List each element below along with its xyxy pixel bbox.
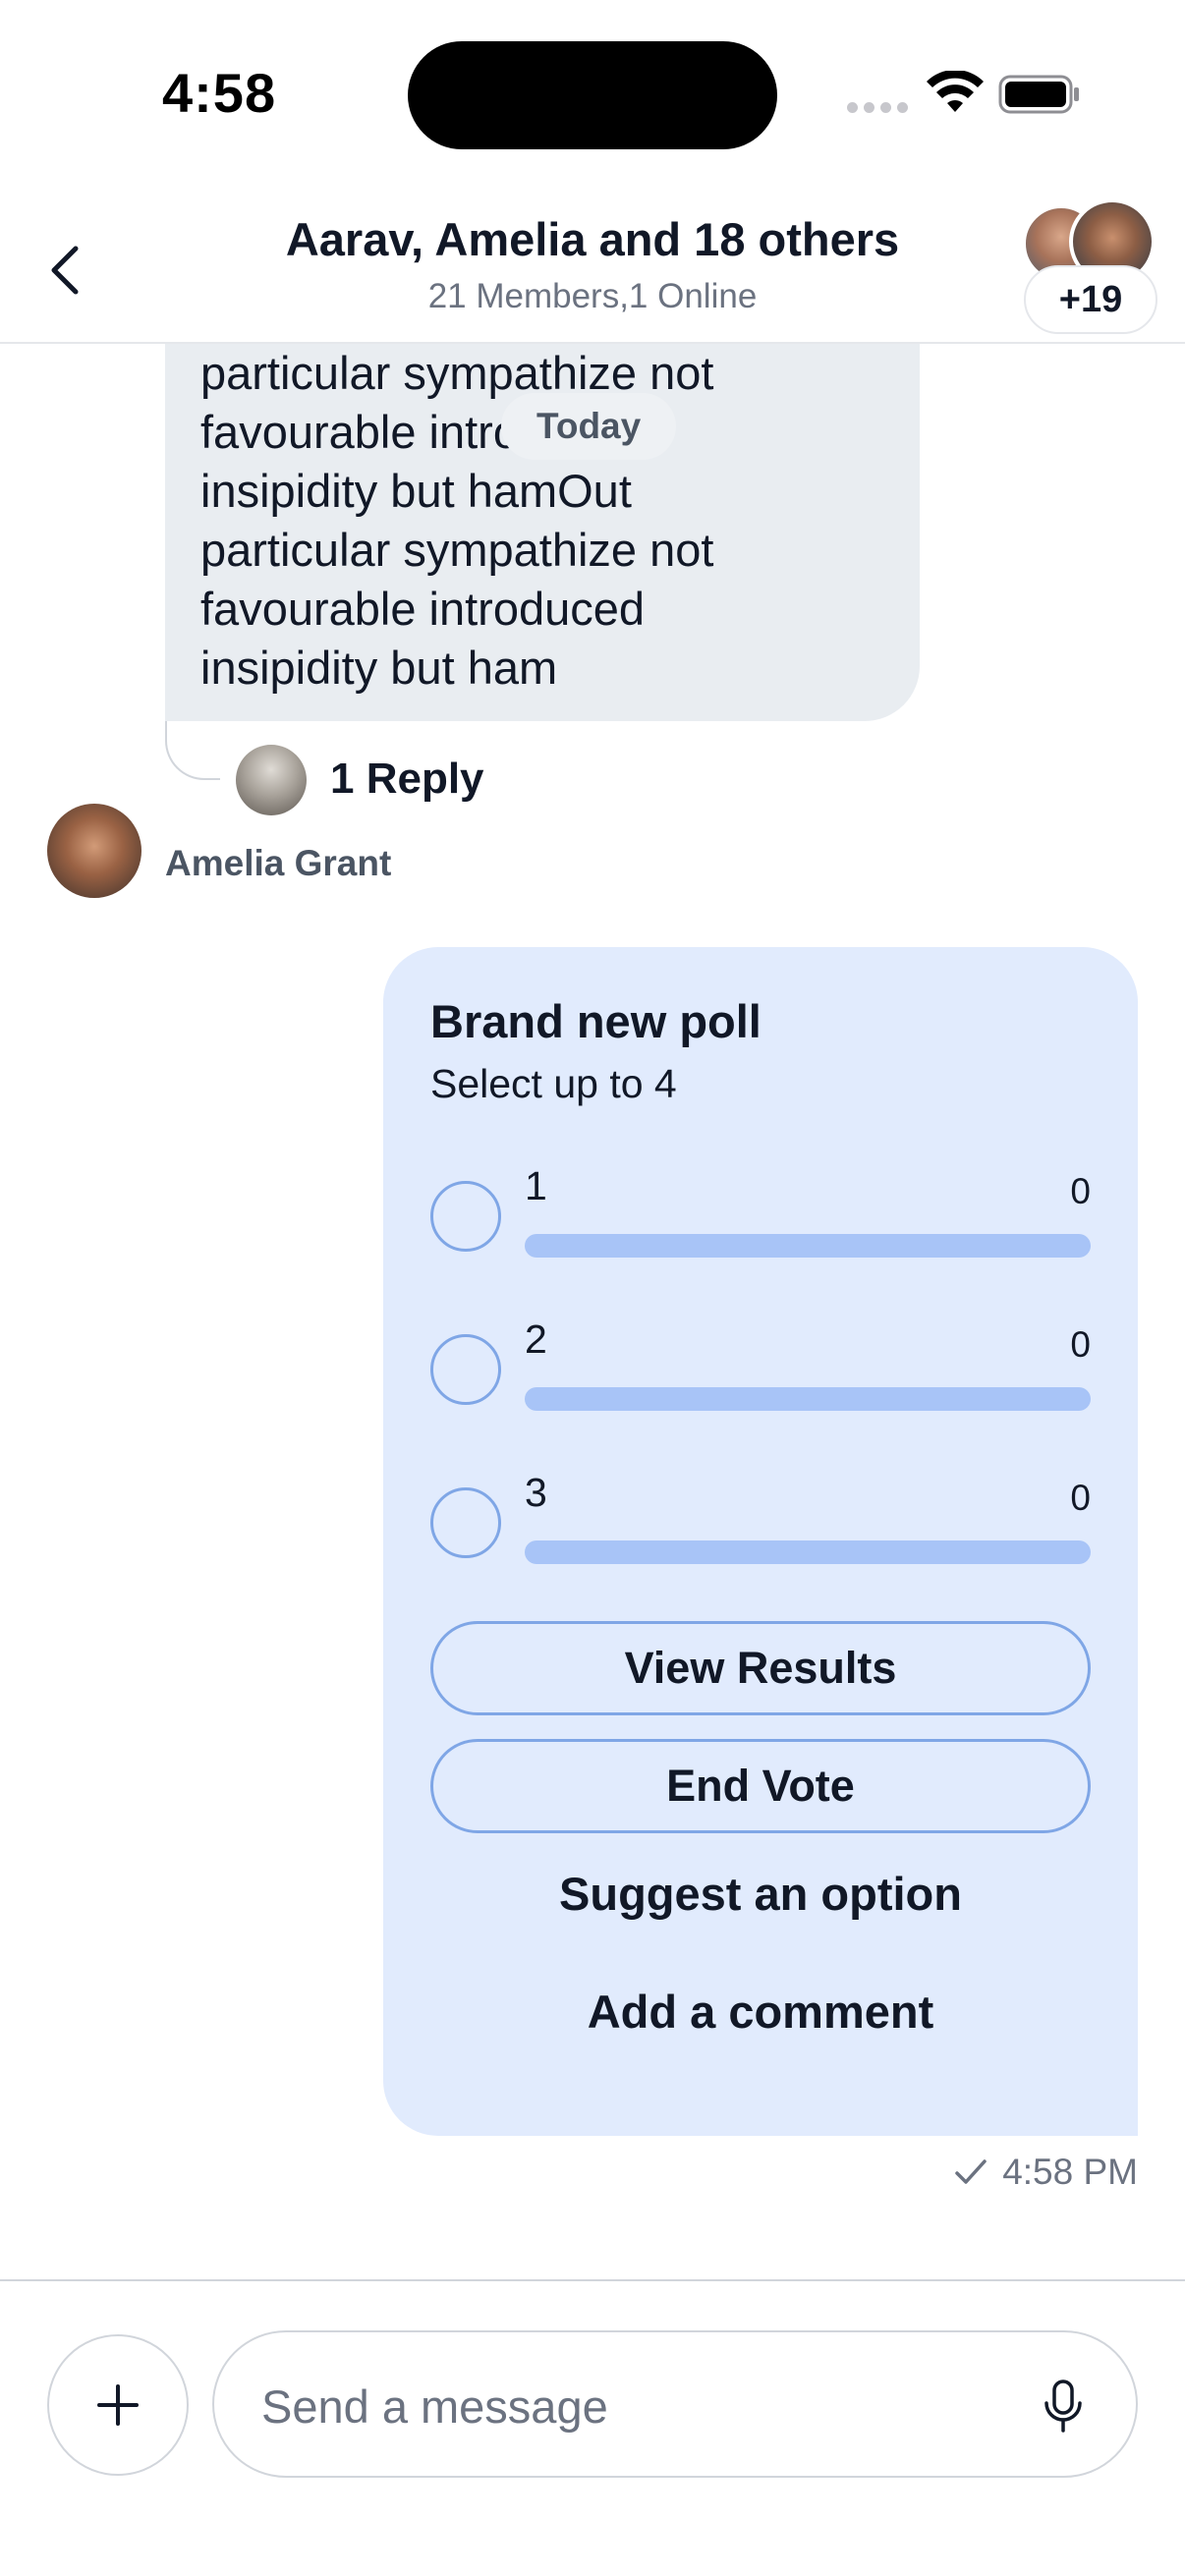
channel-header: Aarav, Amelia and 18 others 21 Members,1… [0,187,1185,344]
check-icon [955,2159,987,2184]
poll-option-label: 1 [525,1163,547,1208]
poll-option-votes: 0 [1070,1478,1091,1518]
poll-option-bar [525,1540,1091,1564]
message-timestamp: 4:58 PM [1002,2152,1138,2192]
add-comment-button[interactable]: Add a comment [430,1967,1091,2055]
suggest-option-button[interactable]: Suggest an option [430,1849,1091,1937]
status-bar: 4:58 [0,0,1185,187]
message-input[interactable] [261,2362,1008,2450]
poll-option[interactable]: 2 0 [430,1316,1091,1434]
poll-option-label: 2 [525,1316,547,1362]
message-input-container[interactable] [212,2330,1138,2478]
plus-icon [97,2384,139,2426]
poll-option-bar [525,1234,1091,1258]
poll-option-bar [525,1387,1091,1411]
voice-record-button[interactable] [1036,2378,1091,2436]
author-avatar[interactable] [47,804,141,898]
poll-option[interactable]: 3 0 [430,1470,1091,1588]
attach-button[interactable] [47,2334,189,2476]
channel-subtitle: 21 Members,1 Online [427,277,758,315]
poll-option-radio[interactable] [430,1487,501,1558]
poll-option-votes: 0 [1070,1324,1091,1365]
poll-title: Brand new poll [430,995,762,1047]
wifi-icon [927,71,984,112]
poll-option-votes: 0 [1070,1171,1091,1211]
reply-avatar [236,745,307,815]
poll-option-label: 3 [525,1470,547,1515]
microphone-icon [1044,2380,1082,2433]
poll-option[interactable]: 1 0 [430,1163,1091,1281]
thread-connector [165,721,220,780]
member-count-badge[interactable]: +19 [1024,265,1157,334]
message-composer [0,2279,1185,2576]
dynamic-island [408,41,777,149]
message-status: 4:58 PM [955,2152,1138,2193]
battery-icon [998,75,1079,114]
thread-reply-count[interactable]: 1 Reply [330,755,484,804]
poll-subtitle: Select up to 4 [430,1061,677,1106]
author-name: Amelia Grant [165,843,392,883]
view-results-button[interactable]: View Results [430,1621,1091,1715]
poll-message: Brand new poll Select up to 4 1 0 2 0 3 … [383,947,1138,2136]
cellular-signal-icon [847,102,908,113]
message-list[interactable]: particular sympathize not favourable int… [0,344,1185,2279]
poll-option-radio[interactable] [430,1181,501,1252]
status-time: 4:58 [162,62,277,124]
poll-option-radio[interactable] [430,1334,501,1405]
end-vote-button[interactable]: End Vote [430,1739,1091,1833]
channel-title[interactable]: Aarav, Amelia and 18 others [0,212,1185,266]
date-separator: Today [501,393,677,460]
